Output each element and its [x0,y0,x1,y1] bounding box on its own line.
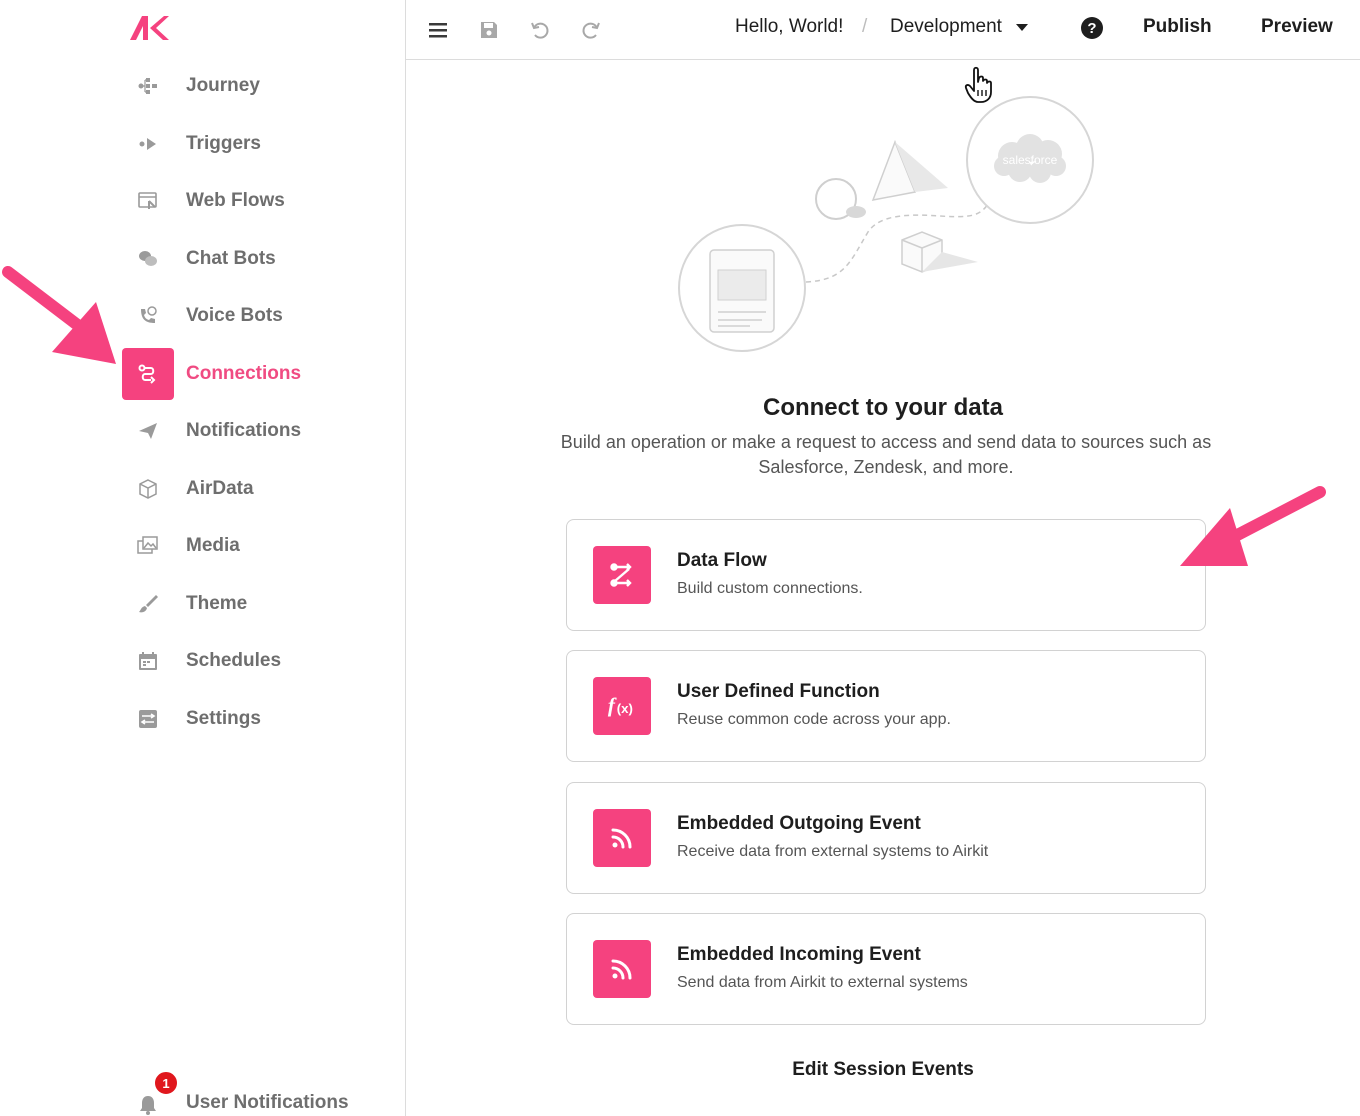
sidebar-item-triggers[interactable]: Triggers [122,118,392,170]
journey-icon [122,60,174,112]
user-defined-function-card[interactable]: f (x) User Defined Function Reuse common … [566,650,1206,762]
top-toolbar: Hello, World! / Development ? Publish Pr… [406,0,1360,60]
media-icon [122,520,174,572]
sidebar-item-label: Settings [186,707,261,729]
sidebar-item-settings[interactable]: Settings [122,693,392,745]
redo-button[interactable] [575,14,607,46]
sidebar-item-theme[interactable]: Theme [122,578,392,630]
environment-dropdown[interactable]: Development [890,16,1028,38]
sidebar-item-label: Journey [186,75,260,96]
sidebar-item-notifications[interactable]: Notifications [122,405,392,457]
sidebar-item-media[interactable]: Media [122,520,392,572]
user-notifications[interactable]: 1 User Notifications [122,1068,392,1116]
web-flows-icon [122,175,174,227]
sidebar-item-schedules[interactable]: Schedules [122,635,392,687]
card-title: Data Flow [677,550,767,571]
voice-bots-icon [122,290,174,342]
caret-down-icon [1015,23,1028,31]
app-name[interactable]: Hello, World! [735,16,843,38]
page-description: Build an operation or make a request to … [560,432,1212,477]
data-flow-icon [593,546,651,604]
connections-icon [122,347,174,400]
undo-button[interactable] [524,14,556,46]
rss-icon [593,809,651,867]
settings-icon [122,693,174,745]
preview-button[interactable]: Preview [1261,16,1333,38]
publish-button[interactable]: Publish [1143,16,1212,38]
card-title: Embedded Outgoing Event [677,813,921,834]
sidebar-item-label: Web Flows [186,190,285,211]
sidebar-item-label: Connections [186,362,302,384]
sidebar-item-label: Voice Bots [186,305,283,326]
card-description: Send data from Airkit to external system… [677,974,968,991]
breadcrumb-separator: / [862,16,868,37]
hamburger-icon [429,23,447,38]
sidebar-item-label: Triggers [186,132,261,154]
sidebar-item-label: Schedules [186,650,282,671]
app-window: Journey Triggers Web Flows Chat Bots Voi… [0,0,1360,1116]
notification-count-badge: 1 [153,1070,179,1096]
card-description: Receive data from external systems to Ai… [677,843,989,860]
theme-icon [122,578,174,630]
triggers-icon [122,118,174,170]
sidebar: Journey Triggers Web Flows Chat Bots Voi… [0,0,406,1116]
salesforce-logo-text: salesforce [1003,153,1058,167]
bell-icon: 1 [122,1068,179,1116]
save-icon [481,22,497,38]
save-button[interactable] [473,14,505,46]
schedules-icon [122,635,174,687]
data-flow-card[interactable]: Data Flow Build custom connections. [566,519,1206,631]
user-notifications-label: User Notifications [186,1092,349,1113]
sidebar-item-web-flows[interactable]: Web Flows [122,175,392,227]
chat-bots-icon [122,233,174,285]
sidebar-item-connections[interactable]: Connections [122,347,392,400]
sidebar-nav: Journey Triggers Web Flows Chat Bots Voi… [122,60,392,750]
card-title: Embedded Incoming Event [677,944,921,965]
undo-icon [531,22,549,39]
help-icon[interactable]: ? [1081,17,1103,39]
sidebar-item-label: AirData [186,477,254,499]
airkit-logo[interactable] [128,14,170,42]
svg-text:f: f [608,693,617,717]
menu-button[interactable] [422,14,454,46]
sidebar-item-chat-bots[interactable]: Chat Bots [122,233,392,285]
page-title: Connect to your data [762,394,1003,421]
redo-icon [582,22,600,39]
function-icon: f (x) [593,677,651,735]
card-description: Reuse common code across your app. [677,711,951,728]
sidebar-item-airdata[interactable]: AirData [122,463,392,515]
embedded-outgoing-event-card[interactable]: Embedded Outgoing Event Receive data fro… [566,782,1206,894]
card-description: Build custom connections. [677,580,863,597]
connect-illustration: salesforce [678,96,1094,352]
sidebar-item-label: Notifications [186,420,302,441]
airdata-icon [122,463,174,515]
embedded-incoming-event-card[interactable]: Embedded Incoming Event Send data from A… [566,913,1206,1025]
environment-label: Development [890,16,1002,37]
sidebar-item-label: Chat Bots [186,247,276,269]
card-title: User Defined Function [677,681,880,702]
notifications-icon [122,405,174,457]
edit-session-events-link[interactable]: Edit Session Events [406,1059,1360,1081]
rss-icon [593,940,651,998]
sidebar-item-label: Theme [186,592,248,614]
sidebar-item-voice-bots[interactable]: Voice Bots [122,290,392,342]
svg-text:(x): (x) [617,701,633,716]
sidebar-item-label: Media [186,535,240,556]
sidebar-item-journey[interactable]: Journey [122,60,392,112]
